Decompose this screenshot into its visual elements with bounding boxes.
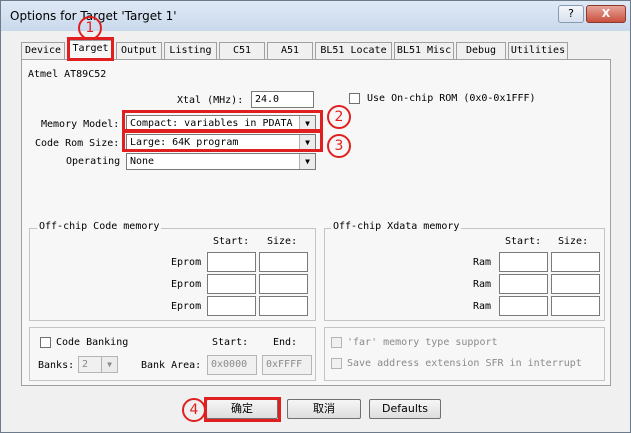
code-banking-label: Code Banking [56, 337, 129, 348]
memory-model-select[interactable]: Compact: variables in PDATA ▼ [126, 115, 316, 132]
code-memory-group: Off-chip Code memory Start: Size: Eprom … [29, 221, 316, 321]
eprom-label: Eprom [171, 301, 202, 312]
dropdown-arrow-icon[interactable]: ▼ [299, 116, 315, 131]
save-sfr-checkbox[interactable] [331, 358, 342, 369]
tab-utilities[interactable]: Utilities [508, 42, 568, 59]
tab-target[interactable]: Target [67, 40, 114, 60]
ram-start-input-3[interactable] [499, 296, 548, 316]
onchip-rom-label: Use On-chip ROM (0x0-0x1FFF) [367, 93, 536, 104]
tab-debug[interactable]: Debug [456, 42, 506, 59]
bank-area-end-input[interactable]: 0xFFFF [262, 355, 312, 375]
code-rom-label: Code Rom Size: [35, 138, 120, 149]
options-dialog: Options for Target 'Target 1' ? X Device… [0, 0, 631, 433]
code-rom-select[interactable]: Large: 64K program ▼ [126, 134, 316, 151]
dropdown-arrow-icon[interactable]: ▼ [101, 357, 117, 372]
far-memory-checkbox[interactable] [331, 337, 342, 348]
bank-area-label: Bank Area: [141, 360, 202, 371]
dropdown-arrow-icon[interactable]: ▼ [299, 135, 315, 150]
xtal-label: Xtal (MHz): [177, 95, 244, 106]
tab-output[interactable]: Output [116, 42, 162, 59]
operating-label: Operating [66, 156, 121, 167]
tab-listing[interactable]: Listing [164, 42, 217, 59]
tab-device[interactable]: Device [21, 42, 65, 59]
xdata-memory-title: Off-chip Xdata memory [331, 221, 462, 232]
target-panel: Atmel AT89C52 Xtal (MHz): 24.0 Use On-ch… [21, 59, 611, 386]
code-size-header: Size: [267, 236, 298, 247]
code-rom-value: Large: 64K program [130, 137, 239, 148]
ram-start-input-2[interactable] [499, 274, 548, 294]
code-banking-checkbox[interactable] [40, 337, 51, 348]
eprom-label: Eprom [171, 279, 202, 290]
xdata-size-header: Size: [558, 236, 589, 247]
eprom-start-input-3[interactable] [207, 296, 256, 316]
ram-size-input-3[interactable] [551, 296, 600, 316]
eprom-size-input-2[interactable] [259, 274, 308, 294]
save-sfr-label: Save address extension SFR in interrupt [347, 358, 582, 369]
bank-area-start-input[interactable]: 0x0000 [207, 355, 257, 375]
defaults-button[interactable]: Defaults [369, 399, 441, 419]
ram-label: Ram [473, 279, 492, 290]
close-button[interactable]: X [586, 5, 626, 23]
tab-c51[interactable]: C51 [219, 42, 265, 59]
memory-model-label: Memory Model: [41, 119, 120, 130]
eprom-start-input-2[interactable] [207, 274, 256, 294]
annotation-number-2: 2 [327, 105, 351, 129]
code-start-header: Start: [213, 236, 250, 247]
ram-start-input-1[interactable] [499, 252, 548, 272]
ram-size-input-2[interactable] [551, 274, 600, 294]
tab-bl51-misc[interactable]: BL51 Misc [394, 42, 454, 59]
bank-start-header: Start: [212, 337, 249, 348]
dropdown-arrow-icon[interactable]: ▼ [299, 154, 315, 169]
code-memory-title: Off-chip Code memory [37, 221, 162, 232]
ram-label: Ram [473, 301, 492, 312]
device-name: Atmel AT89C52 [28, 69, 107, 80]
cancel-button[interactable]: 取消 [287, 399, 361, 419]
eprom-size-input-3[interactable] [259, 296, 308, 316]
annotation-number-4: 4 [182, 398, 206, 422]
bank-end-header: End: [273, 337, 298, 348]
code-banking-group: Code Banking Start: End: Banks: 2 ▼ Bank… [29, 327, 316, 381]
eprom-start-input-1[interactable] [207, 252, 256, 272]
memory-model-value: Compact: variables in PDATA [130, 118, 293, 129]
xdata-memory-group: Off-chip Xdata memory Start: Size: Ram R… [324, 221, 605, 321]
memory-options-group: 'far' memory type support Save address e… [324, 327, 605, 381]
onchip-rom-checkbox[interactable] [349, 93, 360, 104]
xdata-start-header: Start: [505, 236, 542, 247]
ok-button[interactable]: 确定 [206, 399, 278, 419]
banks-value: 2 [82, 359, 89, 370]
ram-size-input-1[interactable] [551, 252, 600, 272]
eprom-label: Eprom [171, 257, 202, 268]
annotation-number-1: 1 [78, 16, 102, 40]
eprom-size-input-1[interactable] [259, 252, 308, 272]
ram-label: Ram [473, 257, 492, 268]
annotation-number-3: 3 [327, 134, 351, 158]
banks-label: Banks: [38, 360, 75, 371]
xtal-input[interactable]: 24.0 [251, 91, 314, 108]
tab-bl51-locate[interactable]: BL51 Locate [315, 42, 392, 59]
help-button[interactable]: ? [558, 5, 584, 23]
banks-select[interactable]: 2 ▼ [78, 356, 118, 373]
operating-value: None [130, 156, 155, 167]
far-memory-label: 'far' memory type support [347, 337, 498, 348]
tab-a51[interactable]: A51 [267, 42, 313, 59]
operating-select[interactable]: None ▼ [126, 153, 316, 170]
